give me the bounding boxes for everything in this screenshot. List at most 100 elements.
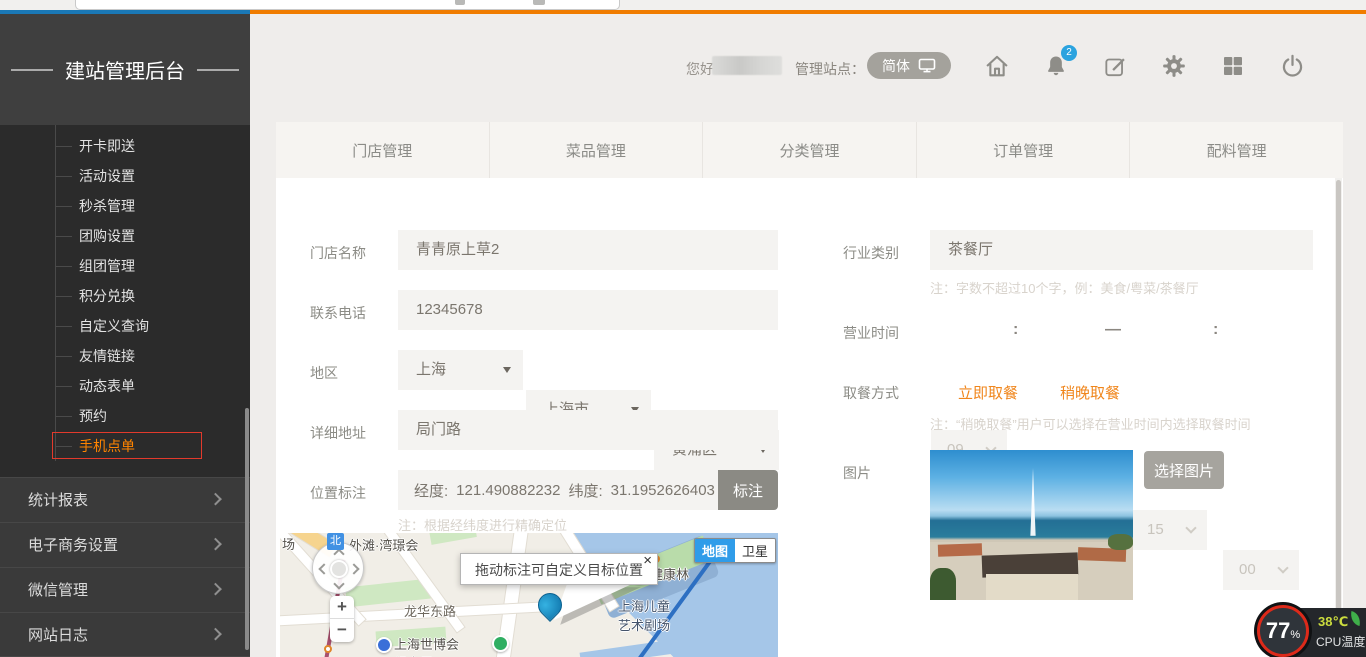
fountain-graphic xyxy=(1022,468,1044,536)
sidebar-section-wechat[interactable]: 微信管理 xyxy=(0,567,250,612)
north-badge: 北 xyxy=(327,533,344,550)
store-name-input[interactable] xyxy=(398,230,778,270)
settings-button[interactable] xyxy=(1159,51,1189,81)
greeting-text: 您好 xyxy=(686,59,714,79)
cpu-percent-value: 77 xyxy=(1266,618,1290,643)
time-colon: : xyxy=(1213,321,1218,339)
store-photo xyxy=(930,450,1133,600)
notifications-button[interactable]: 2 xyxy=(1041,51,1071,81)
address-input[interactable] xyxy=(398,410,778,450)
map-green-patch xyxy=(429,533,477,545)
map[interactable]: 场 外滩·湾璟会 龙华东路 上海世博会纪念展 上海儿童艺术剧场 健康林 拖动标注… xyxy=(280,533,778,657)
selection-highlight-box xyxy=(52,432,202,459)
park-poi-icon[interactable] xyxy=(492,635,509,652)
sidebar-item-links[interactable]: 友情链接 xyxy=(56,341,250,371)
accent-bar-orange xyxy=(250,10,1366,14)
sidebar-section-site-log[interactable]: 网站日志 xyxy=(0,612,250,657)
industry-note: 注：字数不超过10个字，例：美食/粤菜/茶餐厅 xyxy=(930,278,1199,297)
map-label-theater: 上海儿童艺术剧场 xyxy=(618,596,670,634)
map-label-bund: 外滩·湾璟会 xyxy=(349,535,418,554)
region-label: 地区 xyxy=(310,363,338,383)
tree xyxy=(1108,534,1133,550)
map-label-partial: 场 xyxy=(282,534,295,553)
pan-right-arrow[interactable] xyxy=(348,563,359,574)
mark-location-button[interactable]: 标注 xyxy=(718,470,778,510)
location-label: 位置标注 xyxy=(310,483,366,503)
manage-site-label: 管理站点： xyxy=(795,59,865,79)
sidebar-scrollbar-thumb[interactable] xyxy=(245,408,249,650)
tab-dish-manage[interactable]: 菜品管理 xyxy=(490,122,704,178)
sidebar-section-ecommerce[interactable]: 电子商务设置 xyxy=(0,522,250,567)
cpu-percent-unit: % xyxy=(1290,629,1300,641)
tab-store-manage[interactable]: 门店管理 xyxy=(276,122,490,178)
map-mode-button[interactable]: 地图 xyxy=(695,539,735,562)
apps-button[interactable] xyxy=(1218,51,1248,81)
pickup-now-label[interactable]: 立即取餐 xyxy=(958,382,1018,403)
compose-button[interactable] xyxy=(1100,51,1130,81)
sidebar-item-groupbuy[interactable]: 团购设置 xyxy=(56,221,250,251)
home-button[interactable] xyxy=(982,51,1012,81)
latitude-value[interactable]: 31.1952626403 xyxy=(611,482,715,499)
sidebar-item-mobile-order[interactable]: 手机点单 xyxy=(56,431,250,461)
map-pin[interactable] xyxy=(533,588,567,622)
time-colon: : xyxy=(1013,321,1018,339)
satellite-mode-button[interactable]: 卫星 xyxy=(735,539,775,562)
sidebar-item-custom-query[interactable]: 自定义查询 xyxy=(56,311,250,341)
home-icon xyxy=(983,52,1011,80)
pan-down-arrow[interactable] xyxy=(333,578,344,589)
close-icon[interactable]: × xyxy=(643,553,652,569)
sidebar-menu: 开卡即送 活动设置 秒杀管理 团购设置 组团管理 积分兑换 自定义查询 友情链接… xyxy=(55,125,250,461)
map-type-toggle: 地图 卫星 xyxy=(694,538,776,563)
close-hour-select[interactable]: 15 xyxy=(1131,510,1207,550)
location-note: 注：根据经纬度进行精确定位 xyxy=(398,515,567,534)
cpu-widget-label: CPU温度 xyxy=(1316,633,1365,650)
power-icon xyxy=(1279,53,1306,80)
pan-left-arrow[interactable] xyxy=(318,563,329,574)
longitude-value[interactable]: 121.490882232 xyxy=(456,482,560,499)
tab-category-manage[interactable]: 分类管理 xyxy=(703,122,917,178)
cpu-temperature: 38℃ xyxy=(1318,614,1348,630)
industry-input[interactable] xyxy=(930,230,1313,270)
sidebar-item-seckill[interactable]: 秒杀管理 xyxy=(56,191,250,221)
sidebar-section-reports[interactable]: 统计报表 xyxy=(0,477,250,522)
latitude-label: 纬度: xyxy=(568,480,602,501)
pan-center[interactable] xyxy=(330,560,348,578)
app-title: 建站管理后台 xyxy=(0,55,251,84)
chevron-down-icon xyxy=(1277,562,1288,573)
sidebar-sections: 统计报表 电子商务设置 微信管理 网站日志 xyxy=(0,477,250,657)
content-scrollbar-thumb[interactable] xyxy=(1336,180,1341,655)
pickup-label: 取餐方式 xyxy=(843,383,899,403)
tab-ingredient-manage[interactable]: 配料管理 xyxy=(1130,122,1343,178)
hours-label: 营业时间 xyxy=(843,323,899,343)
map-tooltip: 拖动标注可自定义目标位置 × xyxy=(460,553,658,585)
sidebar-item-dynamic-form[interactable]: 动态表单 xyxy=(56,371,250,401)
province-select[interactable]: 上海 xyxy=(398,350,523,390)
cpu-percent-gauge: 77% xyxy=(1254,602,1312,657)
language-switch-button[interactable]: 简体 xyxy=(867,52,951,79)
zoom-in-button[interactable]: + xyxy=(330,596,354,619)
sidebar-item-card-gift[interactable]: 开卡即送 xyxy=(56,131,250,161)
sidebar-item-activity[interactable]: 活动设置 xyxy=(56,161,250,191)
sidebar-item-booking[interactable]: 预约 xyxy=(56,401,250,431)
pan-up-arrow[interactable] xyxy=(333,548,344,559)
map-label-expo: 上海世博会纪念展 xyxy=(394,634,459,657)
phone-input[interactable] xyxy=(398,290,778,330)
map-label-road: 龙华东路 xyxy=(404,601,456,620)
time-range-dash: — xyxy=(1105,321,1121,339)
close-minute-select[interactable]: 00 xyxy=(1223,550,1299,590)
sidebar-item-points[interactable]: 积分兑换 xyxy=(56,281,250,311)
image-label: 图片 xyxy=(843,463,871,483)
zoom-out-button[interactable]: − xyxy=(330,619,354,642)
pickup-later-label[interactable]: 稍晚取餐 xyxy=(1060,382,1120,403)
sidebar-item-group-manage[interactable]: 组团管理 xyxy=(56,251,250,281)
museum-poi-icon[interactable] xyxy=(376,637,392,653)
chevron-right-icon xyxy=(209,583,222,596)
map-zoom-control: + − xyxy=(330,596,354,642)
roof xyxy=(938,543,982,557)
logout-button[interactable] xyxy=(1277,51,1307,81)
grid-icon xyxy=(1221,54,1245,78)
choose-image-button[interactable]: 选择图片 xyxy=(1144,451,1224,489)
tab-order-manage[interactable]: 订单管理 xyxy=(917,122,1131,178)
sidebar: 建站管理后台 开卡即送 活动设置 秒杀管理 团购设置 组团管理 积分兑换 自定义… xyxy=(0,14,250,657)
tree xyxy=(930,568,956,600)
